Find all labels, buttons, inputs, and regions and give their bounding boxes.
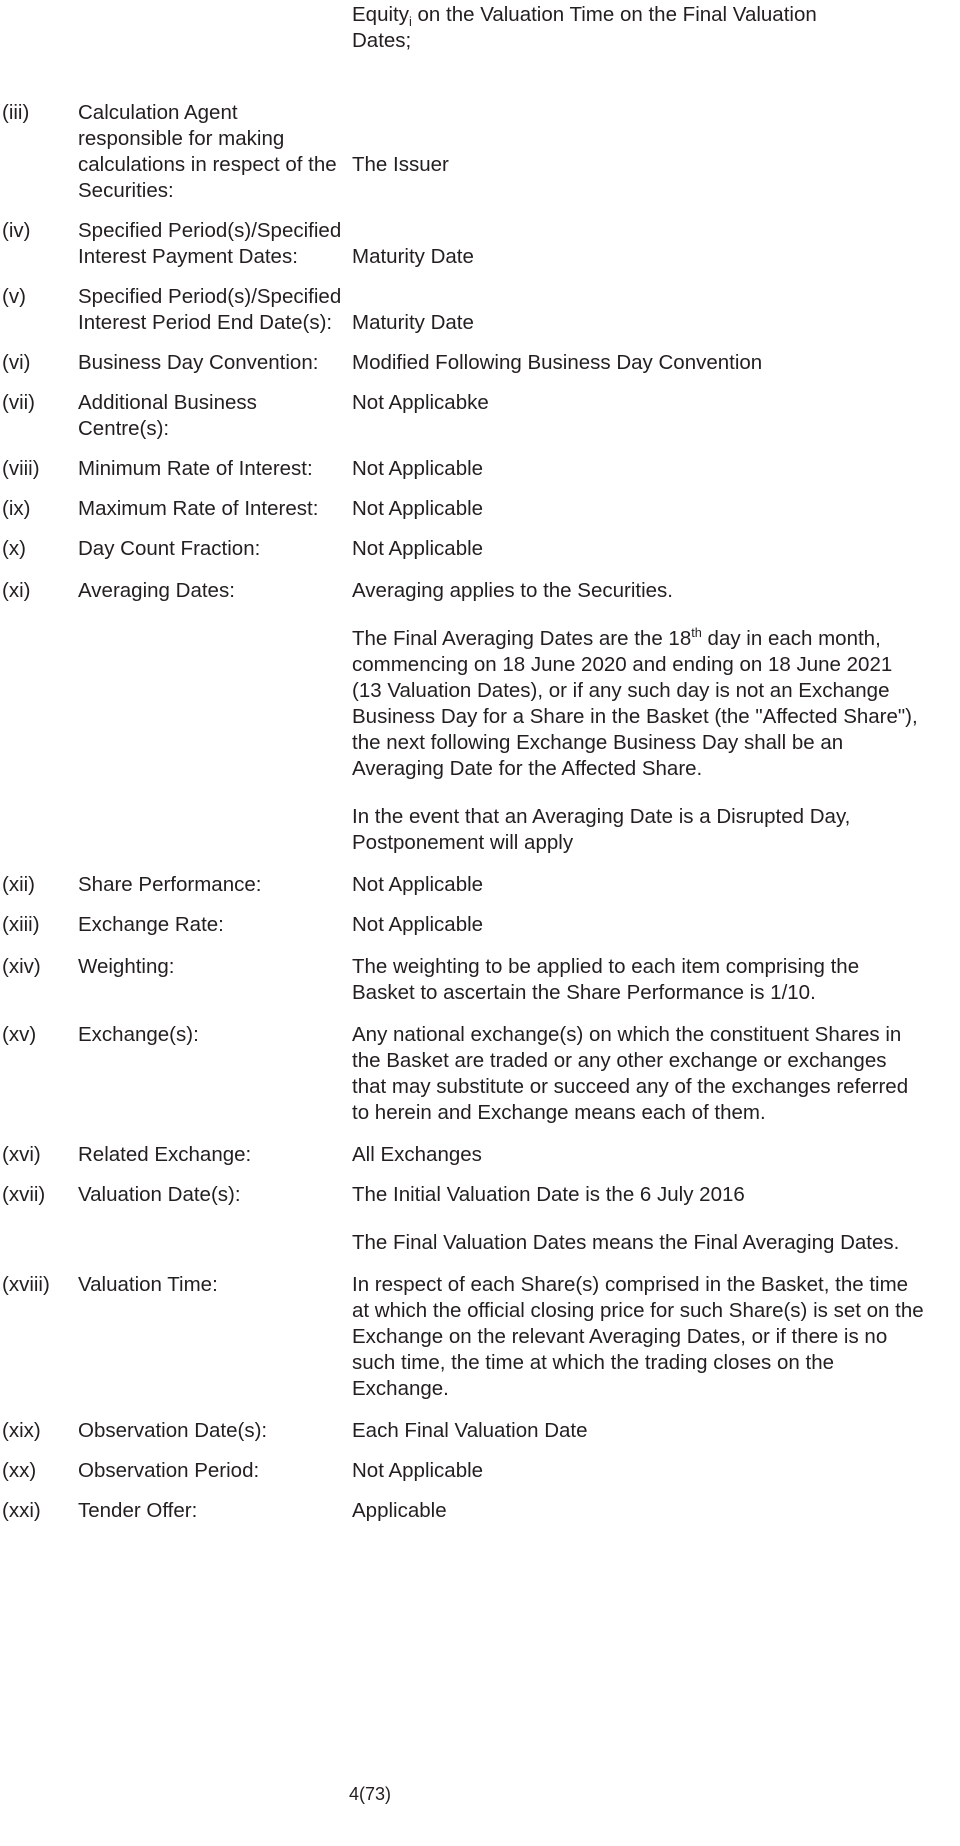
- item-value: Maturity Date: [352, 311, 474, 334]
- table-row: (xix) Observation Date(s): Each Final Va…: [0, 1418, 960, 1444]
- item-label: Day Count Fraction:: [78, 537, 261, 560]
- value-paragraph: The Initial Valuation Date is the 6 July…: [352, 1183, 745, 1206]
- table-row: (xiii) Exchange Rate: Not Applicable: [0, 912, 960, 938]
- item-label: Observation Period:: [78, 1459, 260, 1482]
- item-value: Not Applicable: [352, 1459, 484, 1482]
- item-number: (xi): [2, 579, 31, 602]
- item-value: Not Applicable: [352, 873, 484, 896]
- item-number: (xvi): [2, 1143, 41, 1166]
- item-label: Observation Date(s):: [78, 1419, 268, 1442]
- table-row: (xvii) Valuation Date(s): The Initial Va…: [0, 1182, 960, 1256]
- item-value: The Issuer: [352, 153, 449, 176]
- item-number: (vii): [2, 391, 36, 414]
- item-label: Exchange Rate:: [78, 913, 224, 936]
- ordinal-suffix: th: [691, 625, 702, 641]
- table-row: (v) Specified Period(s)/Specified Intere…: [0, 284, 960, 336]
- value-paragraph: The Final Valuation Dates means the Fina…: [352, 1231, 900, 1254]
- item-number: (xviii): [2, 1273, 50, 1296]
- document-page: Equityi on the Valuation Time on the Fin…: [0, 0, 960, 1846]
- item-number: (xix): [2, 1419, 41, 1442]
- table-row: (viii) Minimum Rate of Interest: Not App…: [0, 456, 960, 482]
- item-value: Each Final Valuation Date: [352, 1419, 588, 1442]
- table-row: (xv) Exchange(s): Any national exchange(…: [0, 1022, 960, 1126]
- item-number: (ix): [2, 497, 31, 520]
- item-label: Valuation Date(s):: [78, 1183, 241, 1206]
- value-text-a: The Final Averaging Dates are the 18: [352, 627, 692, 650]
- table-row: (xx) Observation Period: Not Applicable: [0, 1458, 960, 1484]
- item-label: Valuation Time:: [78, 1273, 218, 1296]
- item-number: (xvii): [2, 1183, 46, 1206]
- table-row: (xvi) Related Exchange: All Exchanges: [0, 1142, 960, 1168]
- item-number: (xx): [2, 1459, 37, 1482]
- item-number: (iii): [2, 101, 30, 124]
- item-label: Specified Period(s)/Specified Interest P…: [78, 285, 342, 334]
- table-row: (xxi) Tender Offer: Applicable: [0, 1498, 960, 1524]
- item-label: Maximum Rate of Interest:: [78, 497, 319, 520]
- item-value: The Initial Valuation Date is the 6 July…: [352, 1182, 960, 1256]
- item-number: (vi): [2, 351, 31, 374]
- item-label: Tender Offer:: [78, 1499, 198, 1522]
- table-row: (xi) Averaging Dates: Averaging applies …: [0, 578, 960, 856]
- continuation-prefix: Equity: [352, 3, 409, 26]
- item-value: Not Applicable: [352, 497, 484, 520]
- table-row: (x) Day Count Fraction: Not Applicable: [0, 536, 960, 562]
- value-paragraph: In the event that an Averaging Date is a…: [352, 805, 851, 854]
- item-number: (iv): [2, 219, 31, 242]
- table-row: (iv) Specified Period(s)/Specified Inter…: [0, 218, 960, 270]
- item-label: Share Performance:: [78, 873, 262, 896]
- table-row: (vi) Business Day Convention: Modified F…: [0, 350, 960, 376]
- continuation-rest: on the Valuation Time on the Final Valua…: [352, 3, 817, 52]
- item-value: Applicable: [352, 1499, 447, 1522]
- item-label: Calculation Agent responsible for making…: [78, 101, 337, 202]
- table-row: (xiv) Weighting: The weighting to be app…: [0, 954, 960, 1006]
- table-row: (vii) Additional Business Centre(s): Not…: [0, 390, 960, 442]
- item-number: (xv): [2, 1023, 37, 1046]
- item-label: Exchange(s):: [78, 1023, 199, 1046]
- item-number: (xxi): [2, 1499, 41, 1522]
- item-label: Related Exchange:: [78, 1143, 252, 1166]
- item-label: Weighting:: [78, 955, 175, 978]
- item-value: Any national exchange(s) on which the co…: [352, 1023, 909, 1124]
- table-row: (iii) Calculation Agent responsible for …: [0, 100, 960, 204]
- item-value: Maturity Date: [352, 245, 474, 268]
- item-number: (v): [2, 285, 26, 308]
- item-number: (xiv): [2, 955, 41, 978]
- table-row: (xii) Share Performance: Not Applicable: [0, 872, 960, 898]
- item-label: Business Day Convention:: [78, 351, 319, 374]
- value-paragraph: The Final Averaging Dates are the 18th d…: [352, 626, 924, 782]
- item-value: Not Applicabke: [352, 391, 489, 414]
- item-value: Modified Following Business Day Conventi…: [352, 351, 763, 374]
- item-number: (xii): [2, 873, 36, 896]
- item-label: Additional Business Centre(s):: [78, 391, 257, 440]
- item-value: In respect of each Share(s) comprised in…: [352, 1273, 924, 1400]
- continuation-paragraph: Equityi on the Valuation Time on the Fin…: [352, 2, 820, 54]
- table-row: (xviii) Valuation Time: In respect of ea…: [0, 1272, 960, 1402]
- item-number: (xiii): [2, 913, 40, 936]
- item-label: Minimum Rate of Interest:: [78, 457, 313, 480]
- item-value: Not Applicable: [352, 537, 484, 560]
- item-value: All Exchanges: [352, 1143, 482, 1166]
- page-footer: 4(73): [348, 1784, 392, 1804]
- item-label: Averaging Dates:: [78, 579, 235, 602]
- item-value: The weighting to be applied to each item…: [352, 955, 860, 1004]
- item-label: Specified Period(s)/Specified Interest P…: [78, 219, 342, 268]
- item-number: (viii): [2, 457, 40, 480]
- item-value: Averaging applies to the Securities. The…: [352, 578, 960, 856]
- item-value: Not Applicable: [352, 913, 484, 936]
- terms-list: (iii) Calculation Agent responsible for …: [0, 100, 960, 1524]
- item-value: Not Applicable: [352, 457, 484, 480]
- item-number: (x): [2, 537, 26, 560]
- table-row: (ix) Maximum Rate of Interest: Not Appli…: [0, 496, 960, 522]
- value-paragraph: Averaging applies to the Securities.: [352, 579, 673, 602]
